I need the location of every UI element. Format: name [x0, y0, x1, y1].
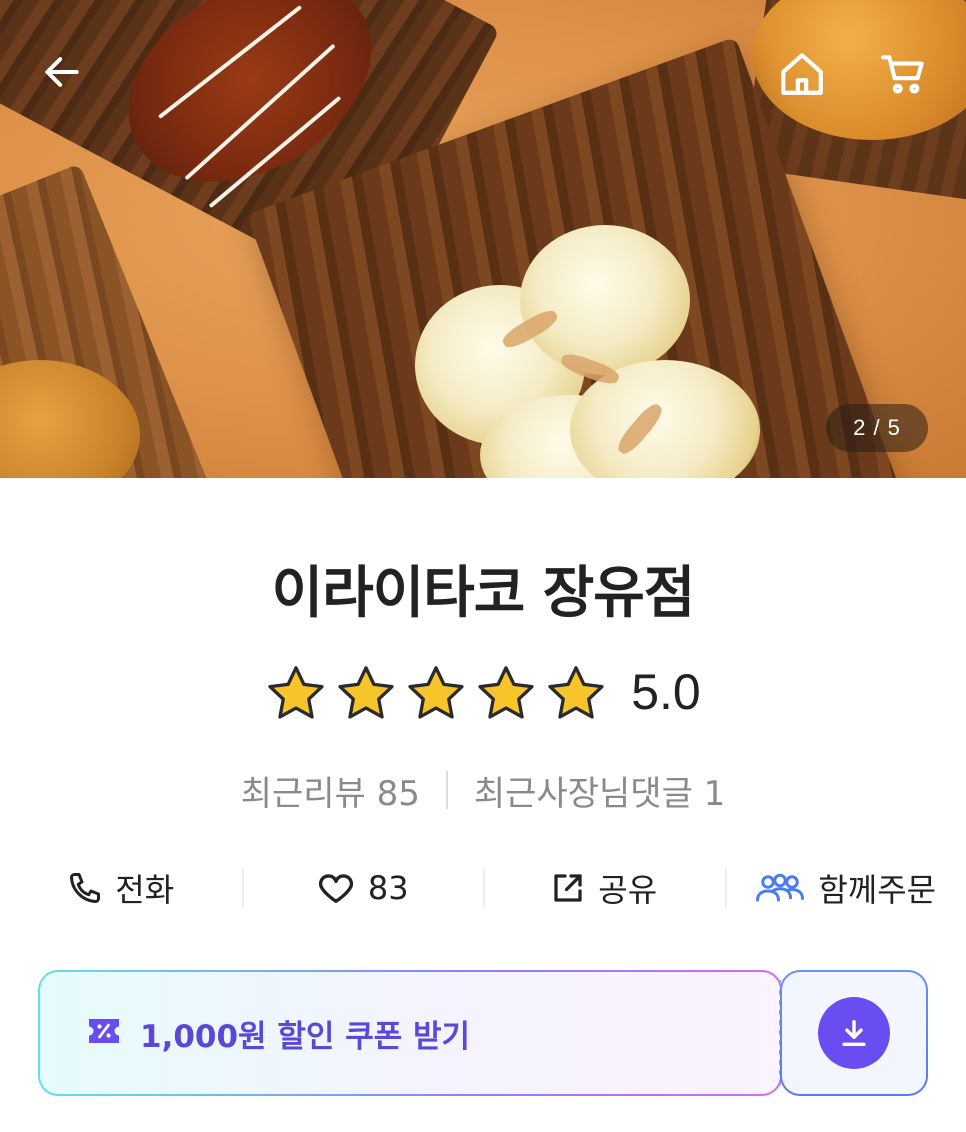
- star-icon: [338, 666, 394, 719]
- like-button[interactable]: 83: [241, 858, 484, 918]
- coupon-download-button[interactable]: [818, 997, 890, 1069]
- divider: [445, 771, 448, 809]
- home-icon: [781, 53, 823, 95]
- heart-icon: [316, 868, 356, 908]
- star-icon: [478, 666, 534, 719]
- store-photo-carousel[interactable]: 2 / 5: [0, 0, 966, 478]
- cheese-takoyaki: [520, 225, 690, 375]
- call-label: 전화: [115, 871, 175, 909]
- download-icon: [842, 1019, 866, 1047]
- share-icon: [550, 870, 586, 906]
- group-order-button[interactable]: 함께주문: [724, 858, 966, 918]
- star-icon: [268, 666, 324, 719]
- phone-icon: [67, 870, 103, 906]
- cart-icon: [881, 55, 924, 94]
- owner-replies-link[interactable]: 최근사장님댓글 1: [474, 766, 725, 815]
- rating-row: 5.0: [0, 660, 966, 724]
- cart-button[interactable]: [874, 44, 934, 104]
- review-meta: 최근리뷰 85 최근사장님댓글 1: [0, 766, 966, 814]
- image-counter: 2 / 5: [826, 404, 928, 452]
- coupon-body[interactable]: 1,000원 할인 쿠폰 받기: [38, 970, 782, 1096]
- recent-reviews-link[interactable]: 최근리뷰 85: [241, 766, 420, 815]
- arrow-left-icon: [45, 57, 79, 87]
- store-name: 이라이타코 장유점: [271, 561, 696, 626]
- share-button[interactable]: 공유: [483, 858, 725, 918]
- home-button[interactable]: [772, 44, 832, 104]
- group-users-icon: [754, 870, 806, 906]
- star-icon: [408, 666, 464, 719]
- action-bar: 전화 83 공유 함께주문: [0, 858, 966, 918]
- like-count: 83: [367, 869, 409, 907]
- group-order-label: 함께주문: [818, 871, 937, 909]
- star-icon: [548, 666, 604, 719]
- share-label: 공유: [598, 871, 658, 909]
- star-rating: [265, 664, 607, 720]
- ticket-icon: [86, 1016, 122, 1050]
- coupon-banner[interactable]: 1,000원 할인 쿠폰 받기: [38, 970, 928, 1096]
- back-button[interactable]: [32, 42, 92, 102]
- rating-score: 5.0: [631, 664, 701, 720]
- coupon-download-area: [780, 970, 928, 1096]
- coupon-label: 1,000원 할인 쿠폰 받기: [140, 1018, 471, 1055]
- call-button[interactable]: 전화: [0, 858, 242, 918]
